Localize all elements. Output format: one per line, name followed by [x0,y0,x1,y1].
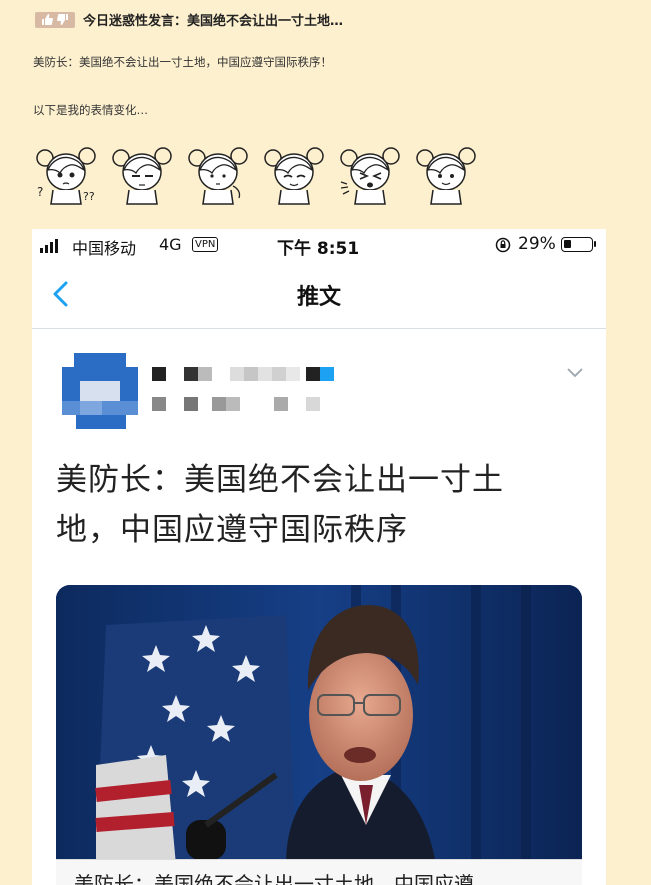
media-caption-bar[interactable]: 美防长：美国绝不会让出一寸土地，中国应遵 [56,859,582,885]
svg-text:?: ? [37,185,43,199]
blank-face-icon [188,147,248,205]
pixelated-username[interactable] [152,367,372,417]
confused-face-icon: ? ?? [36,147,96,205]
post-title[interactable]: 今日迷惑性发言：美国绝不会让出一寸土地… [83,10,343,29]
staring-face-icon [112,147,172,205]
status-time: 下午 8:51 [277,239,360,259]
smiling-face-icon [416,147,476,205]
post-body-line: 美防长：美国绝不会让出一寸土地，中国应遵守国际秩序！ [33,55,332,69]
smug-face-icon [264,147,324,205]
tweet-media-card[interactable]: 美防长：美国绝不会让出一寸土地，中国应遵 [56,585,582,885]
pixelated-avatar[interactable] [62,353,138,429]
network-type: 4G [159,235,182,254]
tweet-text-line: 美防长：美国绝不会让出一寸土 [56,462,504,498]
tweet-text: 美防长：美国绝不会让出一寸土 地，中国应遵守国际秩序 [56,455,576,555]
battery-icon [561,237,593,252]
press-conference-photo[interactable] [56,585,582,865]
thumbs-up-icon[interactable] [41,14,53,25]
spitting-face-icon [340,147,400,205]
phone-screenshot: 中国移动 4G VPN 下午 8:51 29% 推文 美防长：美国绝不会让出一寸… [32,229,606,885]
signal-strength-icon [40,239,58,253]
nav-bar: 推文 [32,263,606,329]
vote-badge[interactable] [35,11,75,28]
post-header: 今日迷惑性发言：美国绝不会让出一寸土地… [35,10,343,29]
battery-tip [594,241,596,247]
vpn-badge: VPN [192,237,219,252]
chevron-down-icon[interactable] [566,367,584,379]
battery-level-fill [564,240,571,248]
thumbs-down-icon[interactable] [57,14,69,25]
media-caption-text: 美防长：美国绝不会让出一寸土地，中国应遵 [74,872,474,885]
reaction-sticker-row: ? ?? [35,142,479,206]
post-body-line: 以下是我的表情变化… [33,103,148,117]
battery-percentage: 29% [518,234,556,254]
status-bar: 中国移动 4G VPN 下午 8:51 29% [32,229,606,263]
tweet-text-line: 地，中国应遵守国际秩序 [56,512,408,548]
nav-title: 推文 [296,285,341,310]
tweet-author-row [32,329,606,439]
svg-text:??: ?? [83,190,95,203]
carrier-name: 中国移动 [72,239,137,258]
rotation-lock-icon [495,237,511,253]
